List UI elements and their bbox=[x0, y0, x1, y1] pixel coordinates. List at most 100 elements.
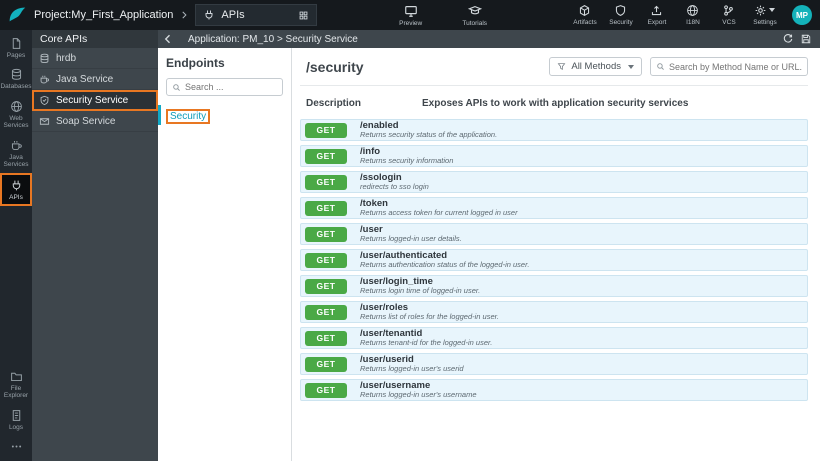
panel-item-label: Security Service bbox=[56, 95, 129, 106]
vcs-button[interactable]: VCS bbox=[712, 4, 746, 26]
api-endpoint-row[interactable]: GET /info Returns security information bbox=[300, 145, 808, 167]
save-icon[interactable] bbox=[800, 33, 812, 45]
tutorials-button[interactable]: Tutorials bbox=[458, 4, 492, 27]
api-endpoint-row[interactable]: GET /ssologin redirects to sso login bbox=[300, 171, 808, 193]
api-plug-icon bbox=[205, 10, 213, 20]
java-icon bbox=[40, 75, 50, 83]
more-icon bbox=[11, 445, 21, 448]
api-endpoint-row[interactable]: GET /user Returns logged-in user details… bbox=[300, 223, 808, 245]
vcs-label: VCS bbox=[722, 19, 736, 26]
description-row: Description Exposes APIs to work with ap… bbox=[300, 98, 808, 109]
http-method-badge[interactable]: GET bbox=[305, 278, 347, 294]
rail-item-apis[interactable]: APIs bbox=[0, 172, 32, 207]
http-method-badge[interactable]: GET bbox=[305, 122, 347, 138]
grid-icon[interactable] bbox=[298, 10, 309, 21]
api-endpoint-list: GET /enabled Returns security status of … bbox=[300, 119, 808, 401]
http-method-badge[interactable]: GET bbox=[305, 356, 347, 372]
api-endpoint-description: Returns logged-in user details. bbox=[360, 234, 462, 244]
refresh-icon[interactable] bbox=[782, 33, 794, 45]
preview-icon bbox=[404, 5, 417, 17]
file-explorer-icon bbox=[10, 372, 22, 381]
app-logo-icon[interactable] bbox=[6, 4, 28, 26]
http-method-badge[interactable]: GET bbox=[305, 304, 347, 320]
topbar-right: Artifacts Security Export I18N VCS Setti… bbox=[568, 4, 812, 26]
rail-bottom-group: File Explorer Logs bbox=[0, 365, 32, 457]
rail-item-logs[interactable]: Logs bbox=[0, 404, 32, 435]
security-label: Security bbox=[609, 19, 633, 26]
databases-icon bbox=[11, 69, 21, 81]
endpoints-searchbox[interactable] bbox=[166, 78, 283, 96]
api-endpoint-row[interactable]: GET /user/login_time Returns login time … bbox=[300, 275, 808, 297]
api-endpoint-row[interactable]: GET /user/username Returns logged-in use… bbox=[300, 379, 808, 401]
panel-item-label: Java Service bbox=[56, 73, 114, 85]
api-endpoint-text: /user Returns logged-in user details. bbox=[360, 224, 462, 244]
panel-item-soap-service[interactable]: Soap Service bbox=[32, 111, 158, 132]
artifacts-button[interactable]: Artifacts bbox=[568, 4, 602, 26]
project-name[interactable]: Project:My_First_Application bbox=[34, 9, 173, 21]
panel-item-java-service[interactable]: Java Service bbox=[32, 69, 158, 90]
api-endpoint-description: Returns tenant-id for the logged-in user… bbox=[360, 338, 493, 348]
api-endpoint-row[interactable]: GET /token Returns access token for curr… bbox=[300, 197, 808, 219]
panel-item-label: hrdb bbox=[56, 52, 77, 64]
methods-filter-dropdown[interactable]: All Methods bbox=[549, 57, 642, 76]
description-label: Description bbox=[306, 98, 362, 109]
rail-item-databases[interactable]: Databases bbox=[0, 63, 32, 94]
api-endpoint-row[interactable]: GET /enabled Returns security status of … bbox=[300, 119, 808, 141]
rail-item-pages[interactable]: Pages bbox=[0, 32, 32, 63]
tutorials-icon bbox=[467, 5, 482, 14]
main-area: Application: PM_10 > Security Service En… bbox=[158, 30, 820, 461]
method-searchbox[interactable] bbox=[650, 57, 808, 76]
settings-button[interactable]: Settings bbox=[748, 4, 782, 26]
api-endpoint-text: /user/tenantid Returns tenant-id for the… bbox=[360, 328, 492, 348]
rail-label: Pages bbox=[6, 52, 26, 59]
endpoints-title: Endpoints bbox=[166, 56, 225, 70]
left-rail: Pages Databases Web Services Java Servic… bbox=[0, 30, 32, 461]
soap-icon bbox=[39, 117, 50, 125]
database-icon bbox=[40, 53, 49, 63]
user-avatar[interactable]: MP bbox=[791, 5, 812, 25]
rail-item-more[interactable] bbox=[0, 435, 32, 457]
http-method-badge[interactable]: GET bbox=[305, 174, 347, 190]
rail-item-web-services[interactable]: Web Services bbox=[0, 95, 32, 134]
api-view-controls: All Methods bbox=[549, 57, 808, 76]
apis-tab[interactable]: APIs bbox=[195, 4, 318, 26]
api-endpoint-description: Returns security status of the applicati… bbox=[360, 130, 498, 140]
i18n-button[interactable]: I18N bbox=[676, 4, 710, 26]
api-endpoint-text: /user/username Returns logged-in user's … bbox=[360, 380, 477, 400]
http-method-badge[interactable]: GET bbox=[305, 148, 347, 164]
collapse-panel-button[interactable] bbox=[162, 33, 174, 45]
http-method-badge[interactable]: GET bbox=[305, 200, 347, 216]
rail-item-file-explorer[interactable]: File Explorer bbox=[0, 365, 32, 404]
api-endpoint-text: /enabled Returns security status of the … bbox=[360, 120, 497, 140]
api-endpoint-row[interactable]: GET /user/tenantid Returns tenant-id for… bbox=[300, 327, 808, 349]
api-endpoint-description: Returns access token for current logged … bbox=[360, 208, 518, 218]
rail-label: File Explorer bbox=[3, 384, 29, 400]
api-endpoint-row[interactable]: GET /user/userid Returns logged-in user'… bbox=[300, 353, 808, 375]
api-endpoint-description: redirects to sso login bbox=[360, 182, 429, 192]
endpoints-search-input[interactable] bbox=[185, 82, 277, 92]
i18n-label: I18N bbox=[686, 19, 700, 26]
preview-button[interactable]: Preview bbox=[394, 4, 428, 27]
web-services-icon bbox=[10, 101, 22, 112]
method-search-input[interactable] bbox=[669, 61, 802, 72]
tutorials-label: Tutorials bbox=[462, 19, 488, 27]
http-method-badge[interactable]: GET bbox=[305, 252, 347, 268]
description-text: Exposes APIs to work with application se… bbox=[422, 98, 689, 109]
api-endpoint-row[interactable]: GET /user/authenticated Returns authenti… bbox=[300, 249, 808, 271]
rail-label: Databases bbox=[0, 83, 32, 91]
http-method-badge[interactable]: GET bbox=[305, 226, 347, 242]
panel-item-security-service[interactable]: Security Service bbox=[32, 90, 158, 111]
panel-item-hrdb[interactable]: hrdb bbox=[32, 48, 158, 69]
export-button[interactable]: Export bbox=[640, 4, 674, 26]
export-label: Export bbox=[647, 19, 667, 26]
rail-item-java-services[interactable]: Java Services bbox=[0, 134, 32, 173]
api-endpoint-row[interactable]: GET /user/roles Returns list of roles fo… bbox=[300, 301, 808, 323]
core-apis-panel: Core APIs hrdb Java Service Security Ser… bbox=[32, 30, 158, 461]
http-method-badge[interactable]: GET bbox=[305, 382, 347, 398]
endpoint-list-item-security[interactable]: Security bbox=[158, 105, 291, 125]
apis-icon bbox=[12, 180, 20, 191]
http-method-badge[interactable]: GET bbox=[305, 330, 347, 346]
security-button[interactable]: Security bbox=[604, 4, 638, 26]
export-icon bbox=[652, 5, 662, 16]
api-endpoint-description: Returns login time of logged-in user. bbox=[360, 286, 481, 296]
